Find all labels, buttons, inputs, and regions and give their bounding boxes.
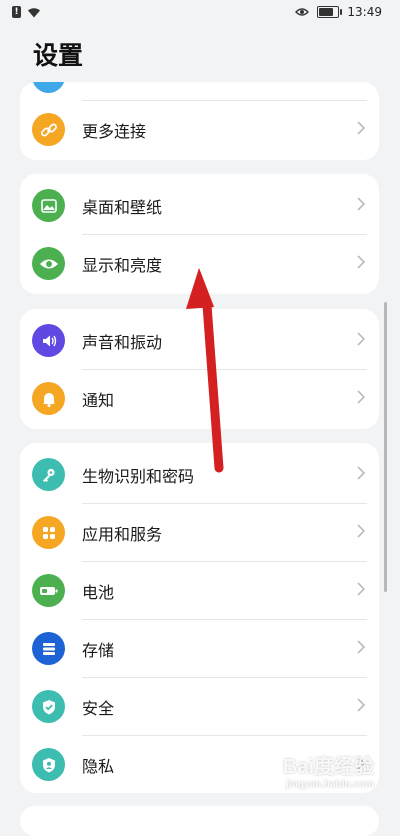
apps-icon bbox=[32, 516, 65, 549]
settings-item-label: 隐私 bbox=[82, 757, 115, 776]
speaker-icon bbox=[32, 324, 65, 357]
settings-group-sound: 声音和振动 通知 bbox=[20, 309, 379, 429]
partial-item-icon bbox=[32, 82, 65, 93]
settings-item-display-brightness[interactable]: 显示和亮度 bbox=[20, 235, 379, 292]
privacy-icon bbox=[32, 748, 65, 781]
settings-item-storage[interactable]: 存储 bbox=[20, 620, 379, 677]
chevron-right-icon bbox=[357, 582, 366, 596]
settings-group-next bbox=[20, 806, 379, 836]
alert-icon: ! bbox=[12, 6, 21, 18]
settings-item-sound-vibration[interactable]: 声音和振动 bbox=[20, 312, 379, 369]
bell-icon bbox=[32, 382, 65, 415]
chevron-right-icon bbox=[357, 255, 366, 269]
settings-item-more-connections[interactable]: 更多连接 bbox=[20, 101, 379, 158]
status-bar: ! 13:49 bbox=[0, 0, 400, 26]
settings-item-biometrics[interactable]: 生物识别和密码 bbox=[20, 446, 379, 503]
eye-comfort-icon bbox=[295, 8, 310, 16]
key-icon bbox=[32, 458, 65, 491]
scrollbar[interactable] bbox=[384, 302, 387, 592]
battery-status-icon bbox=[317, 6, 343, 18]
settings-item-label: 更多连接 bbox=[82, 122, 147, 141]
page-title: 设置 bbox=[33, 41, 84, 70]
settings-item-label: 生物识别和密码 bbox=[82, 467, 195, 486]
chevron-right-icon bbox=[357, 466, 366, 480]
settings-item-notifications[interactable]: 通知 bbox=[20, 370, 379, 427]
status-time: 13:49 bbox=[347, 5, 382, 19]
settings-item-label: 安全 bbox=[82, 699, 115, 718]
chevron-right-icon bbox=[357, 640, 366, 654]
settings-item-label: 电池 bbox=[82, 583, 115, 602]
link-icon bbox=[32, 113, 65, 146]
settings-item-label: 声音和振动 bbox=[82, 333, 163, 352]
chevron-right-icon bbox=[357, 390, 366, 404]
storage-icon bbox=[32, 632, 65, 665]
chevron-right-icon bbox=[357, 121, 366, 135]
chevron-right-icon bbox=[357, 332, 366, 346]
settings-item-battery[interactable]: 电池 bbox=[20, 562, 379, 619]
chevron-right-icon bbox=[357, 197, 366, 211]
settings-item-wallpaper[interactable]: 桌面和壁纸 bbox=[20, 177, 379, 234]
settings-item-label: 存储 bbox=[82, 641, 115, 660]
chevron-right-icon bbox=[357, 524, 366, 538]
settings-group-display: 桌面和壁纸 显示和亮度 bbox=[20, 174, 379, 294]
settings-item-label: 通知 bbox=[82, 391, 115, 410]
settings-group-connections: 更多连接 bbox=[20, 82, 379, 160]
settings-item-label: 应用和服务 bbox=[82, 525, 163, 544]
watermark-logo: Bai度经验 bbox=[282, 756, 374, 778]
shield-icon bbox=[32, 690, 65, 723]
settings-group-system: 生物识别和密码 应用和服务 电池 存储 安全 隐私 bbox=[20, 443, 379, 793]
settings-item-label: 显示和亮度 bbox=[82, 256, 163, 275]
settings-item-label: 桌面和壁纸 bbox=[82, 198, 163, 217]
eye-icon bbox=[32, 247, 65, 280]
chevron-right-icon bbox=[357, 698, 366, 712]
settings-item-security[interactable]: 安全 bbox=[20, 678, 379, 735]
settings-item-apps-services[interactable]: 应用和服务 bbox=[20, 504, 379, 561]
wifi-icon bbox=[28, 7, 40, 17]
watermark-url: jingyan.baidu.com bbox=[286, 779, 374, 790]
battery-icon bbox=[32, 574, 65, 607]
wallpaper-icon bbox=[32, 189, 65, 222]
watermark: Bai度经验 jingyan.baidu.com bbox=[283, 750, 374, 790]
